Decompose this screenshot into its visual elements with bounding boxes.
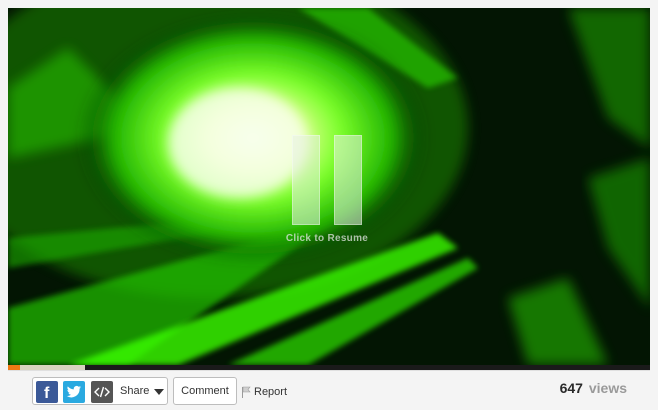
share-group: f Share xyxy=(32,377,168,405)
pause-icon-bar xyxy=(334,135,362,225)
video-player[interactable]: Click to Resume xyxy=(8,8,650,365)
flag-icon xyxy=(242,386,251,398)
report-link[interactable]: Report xyxy=(241,384,287,400)
comment-button[interactable]: Comment xyxy=(173,377,237,405)
view-count-number: 647 xyxy=(559,380,583,396)
chevron-down-icon[interactable] xyxy=(154,389,164,395)
svg-text:f: f xyxy=(44,385,50,400)
view-count: 647 views xyxy=(560,380,627,396)
embed-code-icon[interactable] xyxy=(91,381,113,403)
video-toolbar: f Share Comment Report 647 views xyxy=(8,370,650,410)
facebook-icon[interactable]: f xyxy=(36,381,58,403)
twitter-icon[interactable] xyxy=(63,381,85,403)
view-count-label: views xyxy=(588,380,627,396)
resume-text: Click to Resume xyxy=(285,233,369,244)
pause-icon xyxy=(292,135,320,225)
report-label: Report xyxy=(254,386,288,398)
share-label[interactable]: Share xyxy=(120,385,149,397)
resume-overlay[interactable]: Click to Resume xyxy=(286,135,368,247)
